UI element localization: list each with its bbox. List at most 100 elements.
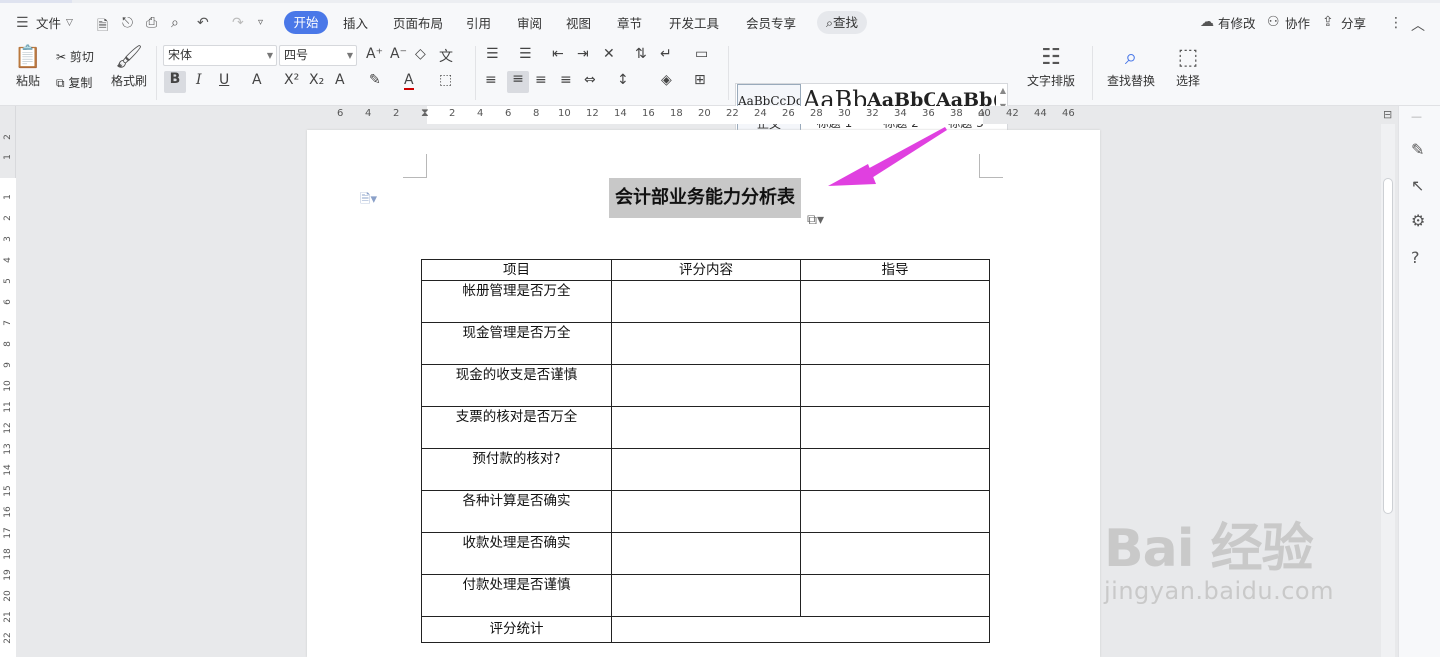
table-header-cell[interactable]: 评分内容 xyxy=(611,259,801,281)
format-painter-button[interactable]: 🖌 格式刷 xyxy=(108,44,150,89)
numbering-icon[interactable]: ☰ xyxy=(519,46,532,62)
more-icon[interactable]: ⋮ xyxy=(1389,15,1403,31)
table-cell[interactable]: 现金管理是否万全 xyxy=(421,322,612,365)
increase-indent-icon[interactable]: ⇥ xyxy=(577,46,589,62)
bold-icon[interactable]: B xyxy=(164,71,186,93)
undo-icon[interactable]: ↶ xyxy=(197,15,209,31)
table-cell[interactable]: 支票的核对是否万全 xyxy=(421,406,612,449)
table-cell[interactable] xyxy=(800,406,990,449)
help-icon[interactable]: ? xyxy=(1411,248,1420,267)
horizontal-ruler[interactable]: 6 4 2 2 4 6 8 10 12 14 16 18 20 22 24 26… xyxy=(307,106,1100,124)
tab-insert[interactable]: 插入 xyxy=(343,13,368,32)
tab-references[interactable]: 引用 xyxy=(466,13,491,32)
table-cell[interactable] xyxy=(611,616,990,643)
pointer-icon[interactable]: ↖ xyxy=(1411,176,1424,195)
align-center-icon[interactable]: ≡ xyxy=(507,71,529,93)
shading-icon[interactable]: ◈ xyxy=(661,72,672,88)
table-cell[interactable] xyxy=(800,490,990,533)
tab-member[interactable]: 会员专享 xyxy=(746,13,796,32)
table-cell[interactable] xyxy=(800,574,990,617)
export-icon[interactable]: ⎋ xyxy=(122,15,133,31)
show-marks-icon[interactable]: ↵ xyxy=(660,46,672,62)
clear-format-icon[interactable]: ◇ xyxy=(415,46,426,62)
tab-page-layout[interactable]: 页面布局 xyxy=(393,13,443,32)
char-border-icon[interactable]: ⬚ xyxy=(439,72,452,88)
subscript-icon[interactable]: X₂ xyxy=(309,72,324,88)
table-cell[interactable] xyxy=(611,574,801,617)
select-button[interactable]: ⬚ 选择 xyxy=(1168,44,1208,89)
table-cell[interactable] xyxy=(611,280,801,323)
print-icon[interactable]: ⎙ xyxy=(146,15,157,31)
scrollbar-thumb[interactable] xyxy=(1383,178,1393,514)
table-cell[interactable]: 收款处理是否确实 xyxy=(421,532,612,575)
style-scroll-up-icon[interactable]: ▲ xyxy=(1000,86,1006,95)
align-right-icon[interactable]: ≡ xyxy=(535,72,547,88)
hamburger-icon[interactable]: ☰ xyxy=(16,15,29,31)
table-cell[interactable] xyxy=(800,448,990,491)
table-cell[interactable]: 各种计算是否确实 xyxy=(421,490,612,533)
paste-button[interactable]: 📋 粘贴 xyxy=(10,44,46,89)
find-replace-button[interactable]: ⌕ 查找替换 xyxy=(1101,44,1161,89)
table-cell[interactable]: 预付款的核对? xyxy=(421,448,612,491)
bullets-icon[interactable]: ☰ xyxy=(486,46,499,62)
grow-font-icon[interactable]: A⁺ xyxy=(366,46,383,62)
settings-sliders-icon[interactable]: ⚙ xyxy=(1411,211,1425,230)
table-cell[interactable]: 现金的收支是否谨慎 xyxy=(421,364,612,407)
superscript-icon[interactable]: X² xyxy=(284,72,299,88)
redo-icon[interactable]: ↷ xyxy=(232,15,244,31)
table-cell[interactable]: 评分统计 xyxy=(421,616,612,643)
highlight-icon[interactable]: ✎ xyxy=(369,72,381,88)
table-cell[interactable] xyxy=(611,532,801,575)
modified-status[interactable]: 有修改 xyxy=(1218,13,1256,32)
right-indent-marker-icon[interactable]: ⌂ xyxy=(978,106,985,119)
strikethrough-icon[interactable]: A xyxy=(252,72,262,88)
table-cell[interactable] xyxy=(800,280,990,323)
share-button[interactable]: 分享 xyxy=(1341,13,1366,32)
edit-pen-icon[interactable]: ✎ xyxy=(1411,140,1424,159)
vertical-scrollbar[interactable] xyxy=(1381,124,1395,657)
table-cell[interactable]: 帐册管理是否万全 xyxy=(421,280,612,323)
justify-icon[interactable]: ≡ xyxy=(560,72,572,88)
vertical-ruler[interactable]: 2 1 1 2 3 4 5 6 7 8 9 10 11 12 13 14 15 … xyxy=(0,106,16,657)
tab-view[interactable]: 视图 xyxy=(566,13,591,32)
table-cell[interactable] xyxy=(611,448,801,491)
tab-home[interactable]: 开始 xyxy=(284,11,328,34)
table-cell[interactable] xyxy=(611,490,801,533)
italic-icon[interactable]: I xyxy=(196,72,202,88)
font-size-select[interactable]: 四号 ▼ xyxy=(279,45,357,66)
file-menu[interactable]: 文件 xyxy=(36,13,61,32)
table-cell[interactable] xyxy=(611,322,801,365)
table-layout-icon[interactable]: ▭ xyxy=(695,46,708,62)
table-cell[interactable]: 付款处理是否谨慎 xyxy=(421,574,612,617)
table-cell[interactable] xyxy=(611,364,801,407)
document-title[interactable]: 会计部业务能力分析表 xyxy=(609,178,801,218)
font-color-icon[interactable]: A xyxy=(404,72,414,90)
collab-button[interactable]: 协作 xyxy=(1285,13,1310,32)
table-cell[interactable] xyxy=(800,322,990,365)
align-left-icon[interactable]: ≡ xyxy=(485,72,497,88)
text-effect-icon[interactable]: A xyxy=(335,72,345,88)
tab-chapter[interactable]: 章节 xyxy=(617,13,642,32)
paragraph-handle-icon[interactable]: 🗎▾ xyxy=(360,190,377,212)
document-page[interactable]: 🗎▾ 会计部业务能力分析表 ⧉▾ 项目 评分内容 指导 帐册管理是否万全 现金管… xyxy=(307,130,1100,657)
sort-icon[interactable]: ⇅ xyxy=(635,46,647,62)
shrink-font-icon[interactable]: A⁻ xyxy=(390,46,407,62)
table-cell[interactable] xyxy=(800,532,990,575)
copy-button[interactable]: ⧉ 复制 xyxy=(56,74,92,91)
cut-button[interactable]: ✂ 剪切 xyxy=(56,48,94,65)
decrease-indent-icon[interactable]: ⇤ xyxy=(552,46,564,62)
paste-options-icon[interactable]: ⧉▾ xyxy=(807,212,824,228)
tab-review[interactable]: 审阅 xyxy=(517,13,542,32)
table-cell[interactable] xyxy=(611,406,801,449)
save-icon[interactable]: 🗎 xyxy=(97,15,108,39)
table-cell[interactable] xyxy=(800,364,990,407)
collapse-ribbon-icon[interactable]: ︿ xyxy=(1411,15,1425,35)
table-header-cell[interactable]: 项目 xyxy=(421,259,612,281)
line-spacing-icon[interactable]: ↕ xyxy=(617,72,629,88)
chevron-down-icon[interactable]: ▽ xyxy=(66,18,73,28)
print-preview-icon[interactable]: ⌕ xyxy=(171,15,179,31)
chinese-layout-icon[interactable]: ✕ xyxy=(603,46,615,62)
text-layout-button[interactable]: ☷ 文字排版 xyxy=(1022,44,1080,89)
phonetic-icon[interactable]: 文 xyxy=(439,46,453,66)
analysis-table[interactable]: 项目 评分内容 指导 帐册管理是否万全 现金管理是否万全 现金的收支是否谨慎 支… xyxy=(421,259,990,643)
